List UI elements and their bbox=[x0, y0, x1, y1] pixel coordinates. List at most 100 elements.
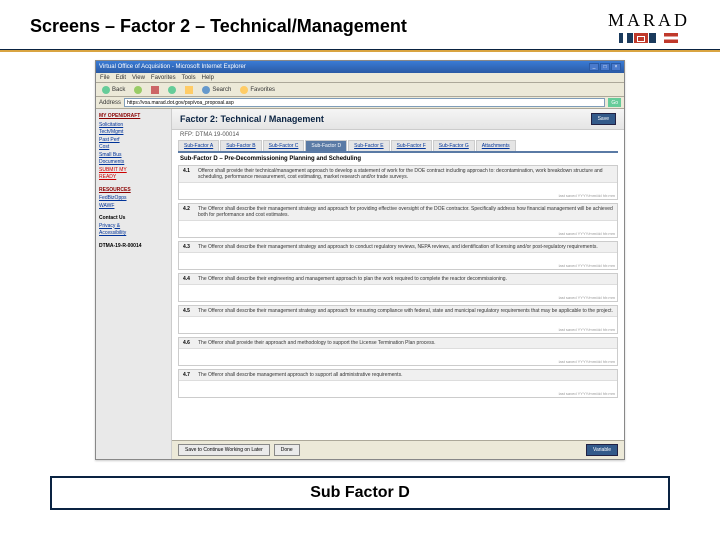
tab-subfactor[interactable]: Sub-Factor C bbox=[263, 140, 305, 151]
tab-subfactor[interactable]: Sub-Factor A bbox=[178, 140, 219, 151]
sidebar-link[interactable]: Accessibility bbox=[99, 230, 168, 237]
maximize-icon[interactable]: □ bbox=[600, 63, 610, 71]
tab-subfactor[interactable]: Sub-Factor E bbox=[348, 140, 389, 151]
question-text: The Offeror shall describe their enginee… bbox=[198, 276, 613, 282]
sidebar-link[interactable]: Tech/Mgmt bbox=[99, 129, 168, 136]
tab-subfactor[interactable]: Sub-Factor B bbox=[220, 140, 261, 151]
save-continue-button[interactable]: Save to Continue Working on Later bbox=[178, 444, 270, 456]
sidebar-section-resources: RESOURCES bbox=[99, 187, 168, 194]
sidebar-link[interactable]: WAWF bbox=[99, 203, 168, 210]
menu-bar[interactable]: FileEditViewFavoritesToolsHelp bbox=[96, 73, 624, 83]
forward-icon bbox=[134, 86, 142, 94]
save-timestamp: last saved YYYY/mm/dd hh:mm bbox=[559, 231, 615, 236]
done-button[interactable]: Done bbox=[274, 444, 300, 456]
window-title: Virtual Office of Acquisition - Microsof… bbox=[99, 64, 246, 70]
question-text: The Offeror shall describe their managem… bbox=[198, 244, 613, 250]
subfactor-heading: Sub-Factor D – Pre-Decommissioning Plann… bbox=[172, 153, 624, 165]
search-icon bbox=[202, 86, 210, 94]
save-timestamp: last saved YYYY/mm/dd hh:mm bbox=[559, 359, 615, 364]
answer-textarea[interactable]: last saved YYYY/mm/dd hh:mm bbox=[179, 183, 617, 199]
sidebar-link[interactable]: Documents bbox=[99, 159, 168, 166]
close-icon[interactable]: × bbox=[611, 63, 621, 71]
stop-icon bbox=[151, 86, 159, 94]
browser-toolbar: Back Search Favorites bbox=[96, 83, 624, 97]
slide-caption: Sub Factor D bbox=[50, 476, 670, 510]
brand-logo: MARAD bbox=[608, 10, 690, 43]
answer-textarea[interactable]: last saved YYYY/mm/dd hh:mm bbox=[179, 221, 617, 237]
question-text: The Offeror shall provide their approach… bbox=[198, 340, 613, 346]
refresh-button[interactable] bbox=[165, 85, 179, 95]
question-item: 4.5The Offeror shall describe their mana… bbox=[178, 305, 618, 334]
sidebar-link[interactable]: FedBizOpps bbox=[99, 195, 168, 202]
sidebar-link[interactable]: Cost bbox=[99, 144, 168, 151]
save-button-top[interactable]: Save bbox=[591, 113, 616, 125]
question-number: 4.3 bbox=[183, 244, 195, 250]
save-timestamp: last saved YYYY/mm/dd hh:mm bbox=[559, 391, 615, 396]
sidebar-nav: MY OPEN/DRAFT Solicitation Tech/Mgmt Pas… bbox=[96, 109, 172, 459]
answer-textarea[interactable]: last saved YYYY/mm/dd hh:mm bbox=[179, 349, 617, 365]
question-number: 4.2 bbox=[183, 206, 195, 218]
stop-button[interactable] bbox=[148, 85, 162, 95]
address-label: Address bbox=[99, 100, 121, 106]
question-text: Offeror shall provide their technical/ma… bbox=[198, 168, 613, 180]
answer-textarea[interactable]: last saved YYYY/mm/dd hh:mm bbox=[179, 381, 617, 397]
sidebar-link-ready[interactable]: READY bbox=[99, 174, 168, 181]
question-item: 4.1Offeror shall provide their technical… bbox=[178, 165, 618, 200]
main-content: Factor 2: Technical / Management Save RF… bbox=[172, 109, 624, 459]
rfp-label: RFP: DTMA 19-00014 bbox=[172, 130, 624, 140]
question-number: 4.5 bbox=[183, 308, 195, 314]
action-bar: Save to Continue Working on Later Done V… bbox=[172, 440, 624, 459]
search-button[interactable]: Search bbox=[199, 85, 234, 95]
tab-subfactor[interactable]: Sub-Factor D bbox=[305, 140, 347, 151]
answer-textarea[interactable]: last saved YYYY/mm/dd hh:mm bbox=[179, 317, 617, 333]
question-list: 4.1Offeror shall provide their technical… bbox=[172, 165, 624, 440]
sidebar-section-open: MY OPEN/DRAFT bbox=[99, 113, 168, 120]
tab-subfactor[interactable]: Sub-Factor G bbox=[433, 140, 475, 151]
save-timestamp: last saved YYYY/mm/dd hh:mm bbox=[559, 263, 615, 268]
variable-button[interactable]: Variable bbox=[586, 444, 618, 456]
question-text: The Offeror shall describe management ap… bbox=[198, 372, 613, 378]
sidebar-link[interactable]: Past Perf bbox=[99, 137, 168, 144]
question-number: 4.1 bbox=[183, 168, 195, 180]
go-button[interactable]: Go bbox=[608, 98, 621, 107]
question-text: The Offeror shall describe their managem… bbox=[198, 308, 613, 314]
header-divider bbox=[0, 49, 720, 52]
sidebar-link[interactable]: Privacy & bbox=[99, 223, 168, 230]
slide-title: Screens – Factor 2 – Technical/Managemen… bbox=[30, 16, 407, 37]
subfactor-tabs: Sub-Factor ASub-Factor BSub-Factor CSub-… bbox=[178, 140, 618, 153]
question-text: The Offeror shall describe their managem… bbox=[198, 206, 613, 218]
home-button[interactable] bbox=[182, 85, 196, 95]
question-number: 4.6 bbox=[183, 340, 195, 346]
save-timestamp: last saved YYYY/mm/dd hh:mm bbox=[559, 327, 615, 332]
address-bar: Address Go bbox=[96, 97, 624, 109]
question-number: 4.4 bbox=[183, 276, 195, 282]
window-titlebar: Virtual Office of Acquisition - Microsof… bbox=[96, 61, 624, 73]
tab-subfactor[interactable]: Sub-Factor F bbox=[391, 140, 432, 151]
sidebar-link[interactable]: Small Bus bbox=[99, 152, 168, 159]
question-item: 4.6The Offeror shall provide their appro… bbox=[178, 337, 618, 366]
question-item: 4.7The Offeror shall describe management… bbox=[178, 369, 618, 398]
minimize-icon[interactable]: _ bbox=[589, 63, 599, 71]
save-timestamp: last saved YYYY/mm/dd hh:mm bbox=[559, 295, 615, 300]
star-icon bbox=[240, 86, 248, 94]
answer-textarea[interactable]: last saved YYYY/mm/dd hh:mm bbox=[179, 253, 617, 269]
favorites-button[interactable]: Favorites bbox=[237, 85, 278, 95]
save-timestamp: last saved YYYY/mm/dd hh:mm bbox=[559, 193, 615, 198]
sidebar-rfp-id: DTMA-19-R-00014 bbox=[99, 243, 168, 250]
sidebar-section-contact: Contact Us bbox=[99, 215, 168, 222]
address-input[interactable] bbox=[124, 98, 605, 107]
question-number: 4.7 bbox=[183, 372, 195, 378]
refresh-icon bbox=[168, 86, 176, 94]
screenshot-window: Virtual Office of Acquisition - Microsof… bbox=[95, 60, 625, 460]
question-item: 4.2The Offeror shall describe their mana… bbox=[178, 203, 618, 238]
tab-subfactor[interactable]: Attachments bbox=[476, 140, 516, 151]
forward-button[interactable] bbox=[131, 85, 145, 95]
brand-flags bbox=[619, 33, 678, 43]
sidebar-link[interactable]: Solicitation bbox=[99, 122, 168, 129]
page-heading: Factor 2: Technical / Management bbox=[180, 114, 324, 124]
sidebar-link-submit[interactable]: SUBMIT MY bbox=[99, 167, 168, 174]
answer-textarea[interactable]: last saved YYYY/mm/dd hh:mm bbox=[179, 285, 617, 301]
back-button[interactable]: Back bbox=[99, 85, 128, 95]
question-item: 4.3The Offeror shall describe their mana… bbox=[178, 241, 618, 270]
brand-text: MARAD bbox=[608, 10, 690, 31]
